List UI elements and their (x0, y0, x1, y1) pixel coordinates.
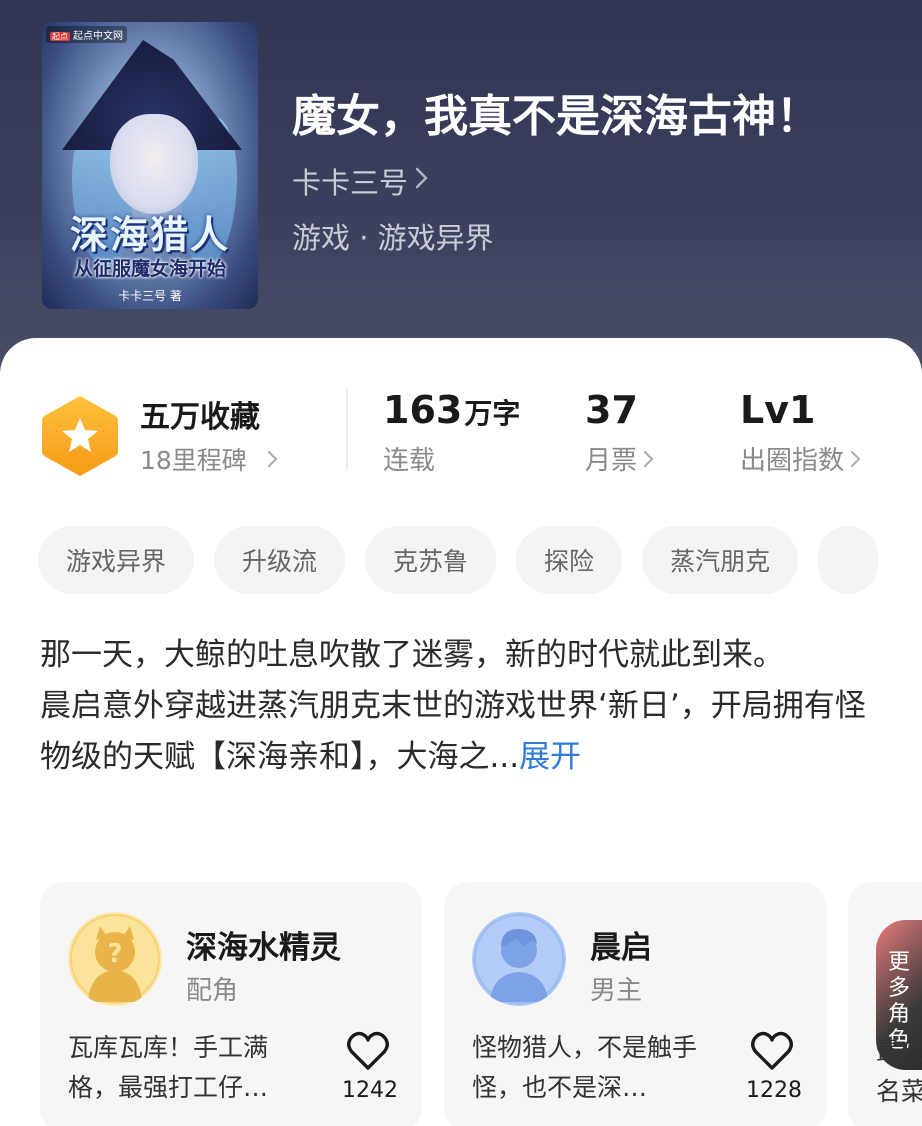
character-card[interactable]: 晨启 男主 怪物猎人，不是触手怪，也不是深… 1228 (444, 882, 826, 1126)
cover-subtitle: 从征服魔女海开始 (73, 258, 226, 280)
cover-title: 深海猎人 (69, 212, 230, 257)
serial-status: 连载 (383, 446, 436, 476)
word-count-unit: 万字 (464, 397, 521, 430)
word-count-value: 163 (383, 388, 463, 432)
character-name: 深海水精灵 (186, 930, 341, 966)
character-quote-partial: 最优 名菜 (876, 1037, 922, 1106)
character-card-partial[interactable]: 更多角色 最优 名菜 (848, 882, 922, 1126)
favorites-title[interactable]: 五万收藏 (140, 392, 260, 436)
star-badge-icon[interactable] (40, 394, 120, 478)
heart-icon[interactable] (346, 1030, 390, 1072)
popularity-level-value: Lv1 (740, 388, 816, 432)
book-header: 起点 起点中文网 深海猎人 从征服魔女海开始 卡卡三号 著 魔女，我真不是深海古神… (0, 0, 922, 380)
character-role: 配角 (186, 976, 239, 1006)
book-genre[interactable]: 游戏 · 游戏异界 (292, 215, 494, 257)
tag-list: 游戏异界 升级流 克苏鲁 探险 蒸汽朋克 (38, 526, 879, 594)
cover-author: 卡卡三号 著 (118, 289, 182, 303)
cover-art-face (110, 114, 198, 214)
author-name: 卡卡三号 (292, 166, 409, 200)
author-link[interactable]: 卡卡三号 (292, 160, 430, 202)
popularity-label-row: 出圈指数 (740, 440, 862, 477)
character-card[interactable]: ? 深海水精灵 配角 瓦库瓦库！手工满格，最强打工仔… 1242 (40, 882, 422, 1126)
monthly-tickets-label: 月票 (585, 446, 638, 476)
tag-chip[interactable]: 升级流 (214, 526, 346, 594)
tag-chip[interactable]: 克苏鲁 (365, 526, 497, 594)
chevron-right-icon (643, 446, 655, 476)
like-count: 1228 (746, 1078, 802, 1103)
tag-chip[interactable]: 蒸汽朋克 (642, 526, 799, 594)
tag-chip[interactable]: 探险 (516, 526, 623, 594)
word-count-stat: 163万字 连载 (383, 388, 520, 477)
chevron-right-icon (259, 446, 279, 475)
character-role: 男主 (590, 976, 643, 1006)
popularity-label: 出圈指数 (740, 446, 845, 476)
monthly-tickets-label-row: 月票 (585, 440, 655, 477)
monthly-tickets-stat[interactable]: 37 月票 (585, 388, 655, 477)
heart-icon[interactable] (750, 1030, 794, 1072)
description-line: 晨启意外穿越进蒸汽朋克末世的游戏世界‘新日’，开局拥有怪物级的天赋【深海亲和】，… (40, 688, 866, 775)
favorites-milestone[interactable]: 18里程碑 (140, 441, 279, 477)
stats-divider (346, 388, 348, 470)
description-line: 那一天，大鲸的吐息吹散了迷雾，新的时代就此到来。 (40, 637, 784, 673)
popularity-index-stat[interactable]: Lv1 出圈指数 (740, 388, 862, 477)
book-cover[interactable]: 起点 起点中文网 深海猎人 从征服魔女海开始 卡卡三号 著 (42, 22, 258, 309)
description-line-with-expand: 晨启意外穿越进蒸汽朋克末世的游戏世界‘新日’，开局拥有怪物级的天赋【深海亲和】，… (40, 681, 880, 783)
favorites-milestone-label: 18里程碑 (140, 446, 247, 475)
person-silhouette-icon (472, 912, 566, 1006)
svg-text:?: ? (107, 939, 122, 969)
character-quote: 瓦库瓦库！手工满格，最强打工仔… (68, 1033, 269, 1102)
chevron-right-icon (414, 165, 430, 198)
stats-row: 五万收藏 18里程碑 163万字 连载 37 月票 Lv1 出圈指数 (0, 338, 922, 488)
book-title: 魔女，我真不是深海古神！ (292, 91, 820, 142)
tag-chip-partial[interactable] (818, 526, 879, 594)
monthly-tickets-value: 37 (585, 388, 638, 432)
book-detail-card: 五万收藏 18里程碑 163万字 连载 37 月票 Lv1 出圈指数 游戏异界 … (0, 338, 922, 1126)
cover-publisher-badge: 起点 起点中文网 (46, 26, 127, 43)
book-description[interactable]: 那一天，大鲸的吐息吹散了迷雾，新的时代就此到来。 晨启意外穿越进蒸汽朋克末世的游… (40, 630, 880, 783)
character-quote: 怪物猎人，不是触手怪，也不是深… (472, 1033, 698, 1102)
character-name: 晨启 (590, 930, 652, 966)
chevron-right-icon (850, 446, 862, 476)
character-list: ? 深海水精灵 配角 瓦库瓦库！手工满格，最强打工仔… 1242 晨启 男主 怪… (40, 882, 826, 1126)
like-count: 1242 (342, 1078, 398, 1103)
tag-chip[interactable]: 游戏异界 (38, 526, 195, 594)
expand-link[interactable]: 展开 (519, 739, 581, 775)
question-mark-icon: ? (68, 912, 162, 1006)
